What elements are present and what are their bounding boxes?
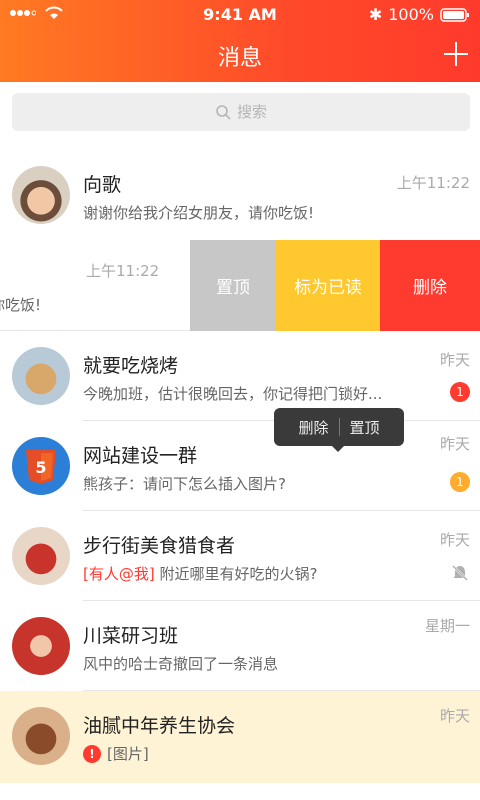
- chat-preview-text: 附近哪里有好吃的火锅?: [159, 565, 318, 583]
- chat-name: 网站建设一群: [83, 445, 198, 467]
- list-item[interactable]: 就要吃烧烤 今晚加班，估计很晚回去，你记得把门锁好... 昨天 1: [0, 331, 480, 421]
- chat-preview: 风中的哈士奇撤回了一条消息: [83, 655, 279, 673]
- battery-icon: [440, 7, 469, 22]
- list-item-highlighted[interactable]: 油腻中年养生协会 ! [图片] 昨天: [0, 691, 480, 783]
- chat-time: 星期一: [424, 617, 470, 635]
- avatar: [12, 617, 70, 675]
- list-item[interactable]: 5 网站建设一群 熊孩子：请问下怎么插入图片? 昨天 1: [0, 421, 480, 511]
- add-icon[interactable]: [442, 40, 470, 68]
- chat-preview-text: [图片]: [107, 745, 149, 763]
- avatar: [12, 707, 70, 765]
- svg-text:5: 5: [35, 458, 46, 477]
- app-header: 9:41 AM ✱ 100% 消息: [0, 0, 480, 82]
- swiped-item-content[interactable]: 上午11:22 你吃饭!: [0, 240, 190, 331]
- chat-preview: 今晚加班，估计很晚回去，你记得把门锁好...: [83, 385, 383, 403]
- avatar: [12, 527, 70, 585]
- chat-time: 昨天: [439, 531, 470, 549]
- unread-badge: 1: [450, 472, 470, 492]
- avatar: [12, 347, 70, 405]
- chat-preview: ! [图片]: [83, 743, 423, 764]
- search-bar-area: 搜索: [0, 82, 480, 144]
- html5-icon: 5: [26, 450, 56, 484]
- chat-name: 油腻中年养生协会: [83, 715, 236, 737]
- chat-name: 步行街美食猎食者: [83, 535, 236, 557]
- bluetooth-icon: ✱: [368, 5, 383, 24]
- status-bar: 9:41 AM ✱ 100%: [0, 0, 480, 28]
- chat-name: 川菜研习班: [83, 625, 179, 647]
- html5-avatar: 5: [12, 437, 70, 495]
- chat-preview: [有人@我] 附近哪里有好吃的火锅?: [83, 563, 423, 584]
- chat-name: 就要吃烧烤: [83, 355, 179, 377]
- list-item[interactable]: 步行街美食猎食者 [有人@我] 附近哪里有好吃的火锅? 昨天: [0, 511, 480, 601]
- chat-preview: 熊孩子：请问下怎么插入图片?: [83, 475, 286, 493]
- search-placeholder: 搜索: [236, 103, 267, 121]
- search-input[interactable]: 搜索: [12, 93, 470, 131]
- mention-tag: [有人@我]: [83, 565, 155, 583]
- chat-time: 上午11:22: [396, 174, 470, 192]
- tooltip-delete[interactable]: 删除: [298, 417, 328, 438]
- avatar: [12, 166, 70, 224]
- chat-preview: 谢谢你给我介绍女朋友，请你吃饭!: [83, 204, 315, 222]
- mute-bell-icon: [452, 565, 468, 581]
- context-tooltip: 删除 置顶: [274, 408, 404, 452]
- page-title: 消息: [217, 46, 262, 71]
- status-right: ✱ 100%: [369, 5, 470, 24]
- chat-time: 昨天: [439, 351, 470, 369]
- chat-time: 昨天: [439, 707, 470, 725]
- battery-percent: 100%: [388, 5, 434, 24]
- list-item[interactable]: 向歌 谢谢你给我介绍女朋友，请你吃饭! 上午11:22: [0, 150, 480, 240]
- mark-read-button[interactable]: 标为已读: [276, 240, 380, 331]
- swiped-item-time: 上午11:22: [86, 262, 160, 280]
- tooltip-pin[interactable]: 置顶: [350, 417, 380, 438]
- chat-time: 昨天: [439, 435, 470, 453]
- tooltip-separator: [338, 418, 340, 436]
- swiped-list-item[interactable]: 上午11:22 你吃饭! 置顶 标为已读 删除: [0, 240, 480, 331]
- search-icon: [216, 104, 231, 120]
- unread-badge: 1: [450, 382, 470, 402]
- warning-icon: !: [83, 744, 101, 763]
- list-item[interactable]: 川菜研习班 风中的哈士奇撤回了一条消息 星期一: [0, 601, 480, 691]
- delete-button[interactable]: 删除: [380, 240, 480, 331]
- swiped-item-preview: 你吃饭!: [0, 296, 42, 314]
- chat-name: 向歌: [83, 174, 122, 196]
- pin-button[interactable]: 置顶: [190, 240, 276, 331]
